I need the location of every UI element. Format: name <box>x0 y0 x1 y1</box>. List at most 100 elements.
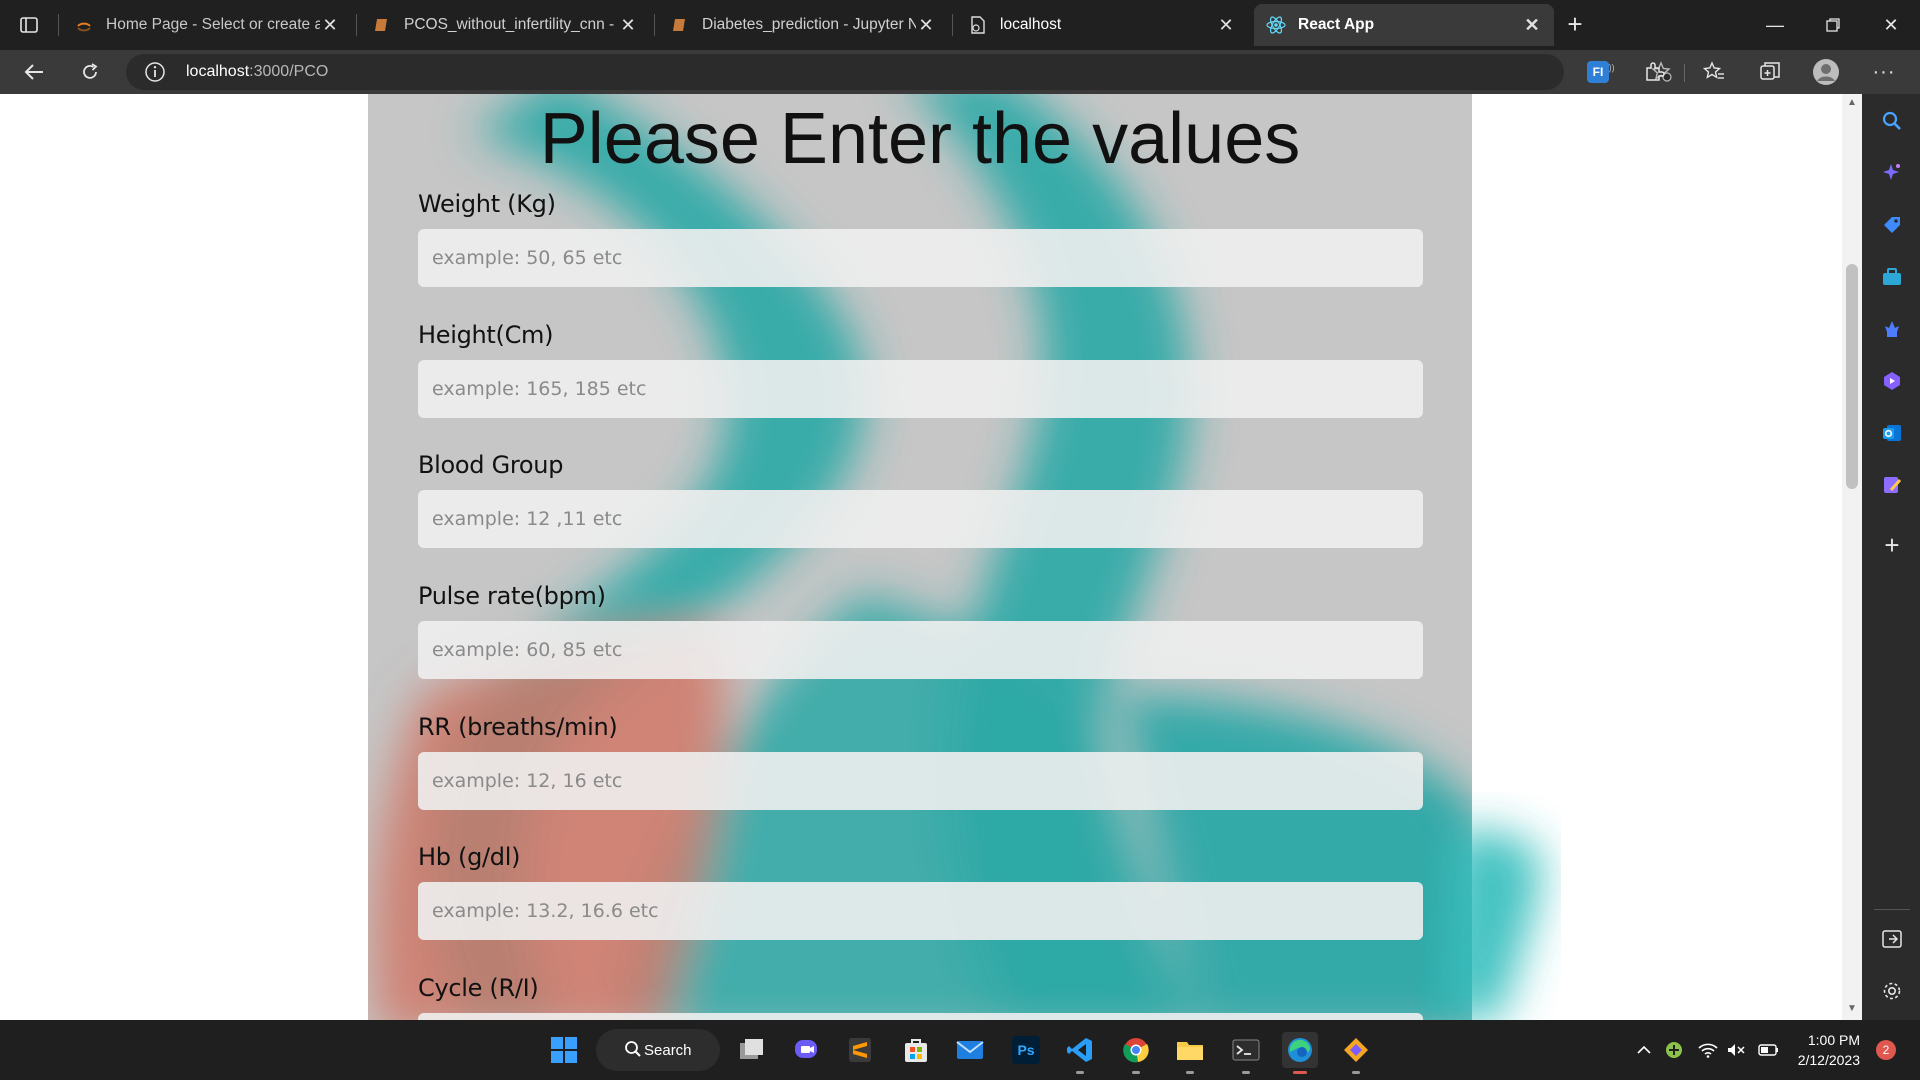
weight-input[interactable] <box>418 229 1423 287</box>
scrollbar-thumb[interactable] <box>1846 264 1858 489</box>
tab-pcos-notebook[interactable]: PCOS_without_infertility_cnn - Ju ✕ <box>360 4 650 46</box>
sidebar-divider <box>1874 909 1910 910</box>
minimize-icon[interactable]: — <box>1760 10 1790 40</box>
settings-icon[interactable] <box>1879 978 1905 1004</box>
shield-app-icon[interactable] <box>1664 1040 1684 1060</box>
tab-title: PCOS_without_infertility_cnn - Ju <box>404 16 618 33</box>
tab-home-page[interactable]: Home Page - Select or create a n ✕ <box>62 4 352 46</box>
windows-start-icon[interactable] <box>546 1032 582 1068</box>
weight-label: Weight (Kg) <box>418 190 556 218</box>
form-title: Please Enter the values <box>539 99 1301 179</box>
pulse-rate-label: Pulse rate(bpm) <box>418 582 606 610</box>
url-path: :3000/PCO <box>249 63 329 80</box>
vertical-scrollbar[interactable]: ▲ ▼ <box>1842 94 1862 1020</box>
hb-input[interactable] <box>418 882 1423 940</box>
photoshop-icon[interactable]: Ps <box>1008 1032 1044 1068</box>
search-icon <box>624 1040 642 1062</box>
blood-group-input[interactable] <box>418 490 1423 548</box>
cycle-input[interactable] <box>418 1013 1423 1020</box>
scroll-up-icon[interactable]: ▲ <box>1847 98 1857 108</box>
weight-field: Weight (Kg) <box>418 190 1423 287</box>
task-view-icon[interactable] <box>734 1032 770 1068</box>
notebook-icon <box>670 15 690 35</box>
file-explorer-icon[interactable] <box>1172 1032 1208 1074</box>
taskbar-clock[interactable]: 1:00 PM 2/12/2023 <box>1780 1030 1860 1070</box>
tools-icon[interactable] <box>1879 264 1905 290</box>
collections-icon[interactable] <box>1754 56 1786 88</box>
rr-input[interactable] <box>418 752 1423 810</box>
url-host: localhost <box>186 63 250 80</box>
microsoft-365-icon[interactable] <box>1879 368 1905 394</box>
tab-localhost[interactable]: localhost ✕ <box>956 4 1248 46</box>
tab-diabetes-notebook[interactable]: Diabetes_prediction - Jupyter No ✕ <box>658 4 948 46</box>
taskbar-search-button[interactable]: Search <box>596 1029 720 1071</box>
close-icon[interactable]: ✕ <box>320 15 340 35</box>
hb-field: Hb (g/dl) <box>418 843 1423 940</box>
search-icon[interactable] <box>1879 108 1905 134</box>
cycle-label: Cycle (R/I) <box>418 974 539 1002</box>
shopping-tag-icon[interactable] <box>1879 212 1905 238</box>
tab-separator <box>58 14 59 36</box>
notebook-icon <box>372 15 392 35</box>
windows-taskbar: Search Ps 1:00 PM 2/12/2023 2 <box>0 1020 1920 1080</box>
jupyter-icon <box>74 15 94 35</box>
edge-browser-icon[interactable] <box>1282 1032 1318 1074</box>
close-window-icon[interactable]: ✕ <box>1876 10 1906 40</box>
scroll-down-icon[interactable]: ▼ <box>1847 1004 1857 1014</box>
wifi-icon[interactable] <box>1698 1040 1718 1060</box>
profile-avatar[interactable] <box>1810 56 1842 88</box>
rr-label: RR (breaths/min) <box>418 713 618 741</box>
tab-title: Home Page - Select or create a n <box>106 16 320 33</box>
favorites-icon[interactable] <box>1698 56 1730 88</box>
height-field: Height(Cm) <box>418 321 1423 418</box>
close-icon[interactable]: ✕ <box>1216 15 1236 35</box>
height-input[interactable] <box>418 360 1423 418</box>
extensions-icon[interactable] <box>1638 56 1670 88</box>
tab-separator <box>356 14 357 36</box>
back-icon[interactable] <box>18 56 50 88</box>
drop-icon[interactable] <box>1879 472 1905 498</box>
blood-group-label: Blood Group <box>418 451 564 479</box>
vscode-icon[interactable] <box>1062 1032 1098 1074</box>
browser-titlebar: Home Page - Select or create a n ✕ PCOS_… <box>0 0 1920 50</box>
close-icon[interactable]: ✕ <box>618 15 638 35</box>
address-bar[interactable]: localhost:3000/PCO A)) <box>126 54 1672 90</box>
tab-separator <box>952 14 953 36</box>
sparkle-icon[interactable] <box>1879 160 1905 186</box>
volume-muted-icon[interactable] <box>1726 1040 1746 1060</box>
restore-icon[interactable] <box>1818 10 1848 40</box>
url-text[interactable]: localhost:3000/PCO <box>186 63 328 81</box>
tab-react-app[interactable]: React App ✕ <box>1254 4 1554 46</box>
close-icon[interactable]: ✕ <box>1522 15 1542 35</box>
info-icon[interactable] <box>144 61 166 88</box>
extension-fi-icon[interactable]: FI <box>1582 56 1614 88</box>
microsoft-store-icon[interactable] <box>898 1032 934 1068</box>
hide-sidebar-icon[interactable] <box>1879 926 1905 952</box>
games-icon[interactable] <box>1879 316 1905 342</box>
tab-title: localhost <box>1000 16 1062 33</box>
more-options-icon[interactable]: ··· <box>1868 56 1900 88</box>
tab-actions-icon[interactable] <box>14 12 44 38</box>
notification-badge[interactable]: 2 <box>1876 1040 1896 1060</box>
chevron-up-icon[interactable] <box>1634 1040 1654 1060</box>
chrome-icon[interactable] <box>1118 1032 1154 1074</box>
blood-group-field: Blood Group <box>418 451 1423 548</box>
git-tool-icon[interactable] <box>1338 1032 1374 1074</box>
pulse-rate-field: Pulse rate(bpm) <box>418 582 1423 679</box>
battery-icon[interactable] <box>1758 1040 1778 1060</box>
edge-sidebar: + <box>1862 94 1920 1020</box>
refresh-icon[interactable] <box>74 56 106 88</box>
new-tab-button[interactable]: + <box>1562 11 1588 38</box>
tab-title: Diabetes_prediction - Jupyter No <box>702 16 916 33</box>
teams-chat-icon[interactable] <box>788 1032 824 1068</box>
sublime-text-icon[interactable] <box>842 1032 878 1068</box>
toolbar-divider <box>1684 64 1685 82</box>
mail-icon[interactable] <box>952 1032 988 1068</box>
terminal-icon[interactable] <box>1228 1032 1264 1074</box>
browser-toolbar: localhost:3000/PCO A)) FI ··· <box>0 50 1920 94</box>
add-icon[interactable]: + <box>1879 532 1905 558</box>
clock-date: 2/12/2023 <box>1797 1052 1860 1068</box>
outlook-icon[interactable] <box>1879 420 1905 446</box>
pulse-rate-input[interactable] <box>418 621 1423 679</box>
close-icon[interactable]: ✕ <box>916 15 936 35</box>
